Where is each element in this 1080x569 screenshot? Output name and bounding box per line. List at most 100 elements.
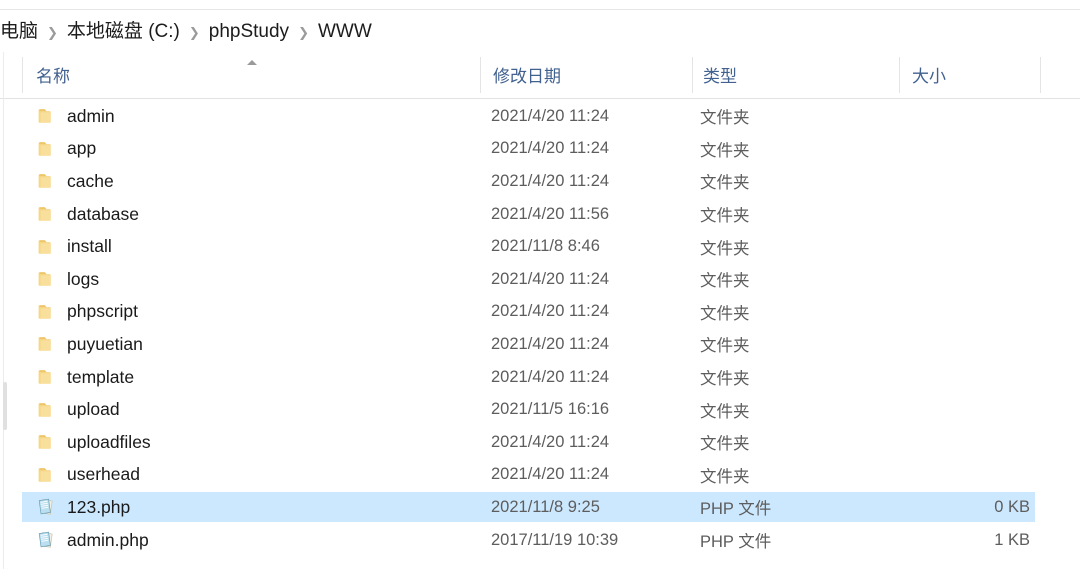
folder-icon: [36, 139, 57, 159]
folder-icon: [36, 204, 57, 224]
file-name-label: database: [67, 203, 140, 224]
file-size-cell: [880, 263, 1030, 296]
file-type-cell: 文件夹: [700, 207, 750, 226]
folder-icon: [36, 465, 57, 485]
breadcrumb-item-local-disk[interactable]: 本地磁盘 (C:): [67, 22, 180, 41]
file-size-cell: [880, 230, 1030, 263]
file-row[interactable]: admin 2021/4/20 11:24 文件夹: [0, 100, 1080, 133]
file-name-cell[interactable]: upload: [36, 393, 120, 426]
file-type-cell: 文件夹: [700, 337, 750, 356]
column-header-name[interactable]: 名称: [36, 51, 70, 98]
file-name-cell[interactable]: template: [36, 361, 134, 394]
file-name-cell[interactable]: install: [36, 230, 112, 263]
file-name-cell[interactable]: app: [36, 133, 96, 166]
file-row[interactable]: database 2021/4/20 11:56 文件夹: [0, 198, 1080, 231]
file-name-cell[interactable]: 123.php: [36, 491, 130, 524]
file-name-cell[interactable]: database: [36, 198, 139, 231]
file-size-cell: [880, 100, 1030, 133]
file-row[interactable]: 123.php 2021/11/8 9:25 PHP 文件 0 KB: [0, 491, 1080, 524]
file-row[interactable]: app 2021/4/20 11:24 文件夹: [0, 133, 1080, 166]
window-top-strip: [0, 0, 1080, 10]
file-row[interactable]: admin.php 2017/11/19 10:39 PHP 文件 1 KB: [0, 524, 1080, 557]
file-date-cell: 2021/4/20 11:24: [491, 465, 610, 484]
file-type-cell: 文件夹: [700, 174, 750, 193]
breadcrumb[interactable]: 电脑 ❯ 本地磁盘 (C:) ❯ phpStudy ❯ WWW: [0, 11, 1080, 51]
file-type-cell: 文件夹: [700, 370, 750, 389]
column-header-size[interactable]: 大小: [912, 51, 946, 98]
column-header-type[interactable]: 类型: [703, 51, 737, 98]
breadcrumb-item-phpstudy[interactable]: phpStudy: [209, 22, 289, 41]
file-size-cell: [880, 393, 1030, 426]
column-header-date[interactable]: 修改日期: [493, 51, 561, 98]
file-name-label: 123.php: [67, 496, 131, 517]
file-name-label: cache: [67, 170, 114, 191]
file-size-cell: [880, 426, 1030, 459]
file-row[interactable]: cache 2021/4/20 11:24 文件夹: [0, 165, 1080, 198]
file-type-cell: 文件夹: [700, 141, 750, 160]
file-row[interactable]: phpscript 2021/4/20 11:24 文件夹: [0, 296, 1080, 329]
file-date-cell: 2021/4/20 11:24: [491, 139, 610, 158]
column-divider[interactable]: [692, 57, 693, 93]
column-divider[interactable]: [1040, 57, 1041, 93]
folder-icon: [36, 432, 57, 452]
php-file-icon: [36, 497, 57, 517]
folder-icon: [36, 334, 57, 354]
file-type-cell: 文件夹: [700, 435, 750, 454]
file-type-cell: 文件夹: [700, 467, 750, 486]
column-divider: [22, 57, 23, 93]
file-name-label: puyuetian: [67, 333, 143, 354]
file-date-cell: 2021/11/5 16:16: [491, 400, 610, 419]
file-list[interactable]: admin 2021/4/20 11:24 文件夹 app 2021/4/20 11:2…: [0, 100, 1080, 569]
php-file-icon: [36, 530, 57, 550]
file-size-cell: [880, 165, 1030, 198]
file-type-cell: 文件夹: [700, 272, 750, 291]
file-name-cell[interactable]: admin.php: [36, 524, 149, 557]
column-divider[interactable]: [480, 57, 481, 93]
file-row[interactable]: install 2021/11/8 8:46 文件夹: [0, 230, 1080, 263]
file-type-cell: 文件夹: [700, 109, 750, 128]
file-row[interactable]: uploadfiles 2021/4/20 11:24 文件夹: [0, 426, 1080, 459]
file-size-cell: [880, 198, 1030, 231]
file-name-cell[interactable]: admin: [36, 100, 115, 133]
file-date-cell: 2017/11/19 10:39: [491, 530, 619, 549]
file-name-cell[interactable]: uploadfiles: [36, 426, 151, 459]
file-name-label: userhead: [67, 464, 140, 485]
folder-icon: [36, 400, 57, 420]
file-date-cell: 2021/4/20 11:24: [491, 432, 610, 451]
breadcrumb-item-www[interactable]: WWW: [318, 22, 372, 41]
file-date-cell: 2021/4/20 11:24: [491, 106, 610, 125]
file-type-cell: PHP 文件: [700, 533, 772, 552]
file-name-label: uploadfiles: [67, 431, 151, 452]
breadcrumb-item-computer[interactable]: 电脑: [0, 22, 38, 41]
folder-icon: [36, 269, 57, 289]
file-row[interactable]: logs 2021/4/20 11:24 文件夹: [0, 263, 1080, 296]
folder-icon: [36, 106, 57, 126]
file-name-cell[interactable]: cache: [36, 165, 114, 198]
file-name-label: logs: [67, 268, 100, 289]
column-divider[interactable]: [899, 57, 900, 93]
file-name-cell[interactable]: puyuetian: [36, 328, 143, 361]
file-size-cell: [880, 459, 1030, 492]
file-row[interactable]: upload 2021/11/5 16:16 文件夹: [0, 393, 1080, 426]
chevron-right-icon: ❯: [188, 24, 200, 40]
file-size-cell: 0 KB: [994, 497, 1030, 516]
file-name-cell[interactable]: logs: [36, 263, 99, 296]
file-row[interactable]: puyuetian 2021/4/20 11:24 文件夹: [0, 328, 1080, 361]
file-size-cell: [880, 133, 1030, 166]
file-name-cell[interactable]: phpscript: [36, 296, 138, 329]
file-type-cell: PHP 文件: [700, 500, 772, 519]
file-date-cell: 2021/4/20 11:24: [491, 269, 610, 288]
file-type-cell: 文件夹: [700, 239, 750, 258]
file-name-label: phpscript: [67, 301, 139, 322]
file-size-cell: [880, 296, 1030, 329]
file-row[interactable]: userhead 2021/4/20 11:24 文件夹: [0, 459, 1080, 492]
file-size-cell: [880, 361, 1030, 394]
folder-icon: [36, 171, 57, 191]
file-name-cell[interactable]: userhead: [36, 459, 140, 492]
chevron-right-icon: ❯: [47, 24, 58, 40]
file-type-cell: 文件夹: [700, 304, 750, 323]
file-date-cell: 2021/11/8 9:25: [491, 497, 600, 516]
file-size-cell: [880, 328, 1030, 361]
file-row[interactable]: template 2021/4/20 11:24 文件夹: [0, 361, 1080, 394]
file-name-label: admin: [67, 105, 115, 126]
